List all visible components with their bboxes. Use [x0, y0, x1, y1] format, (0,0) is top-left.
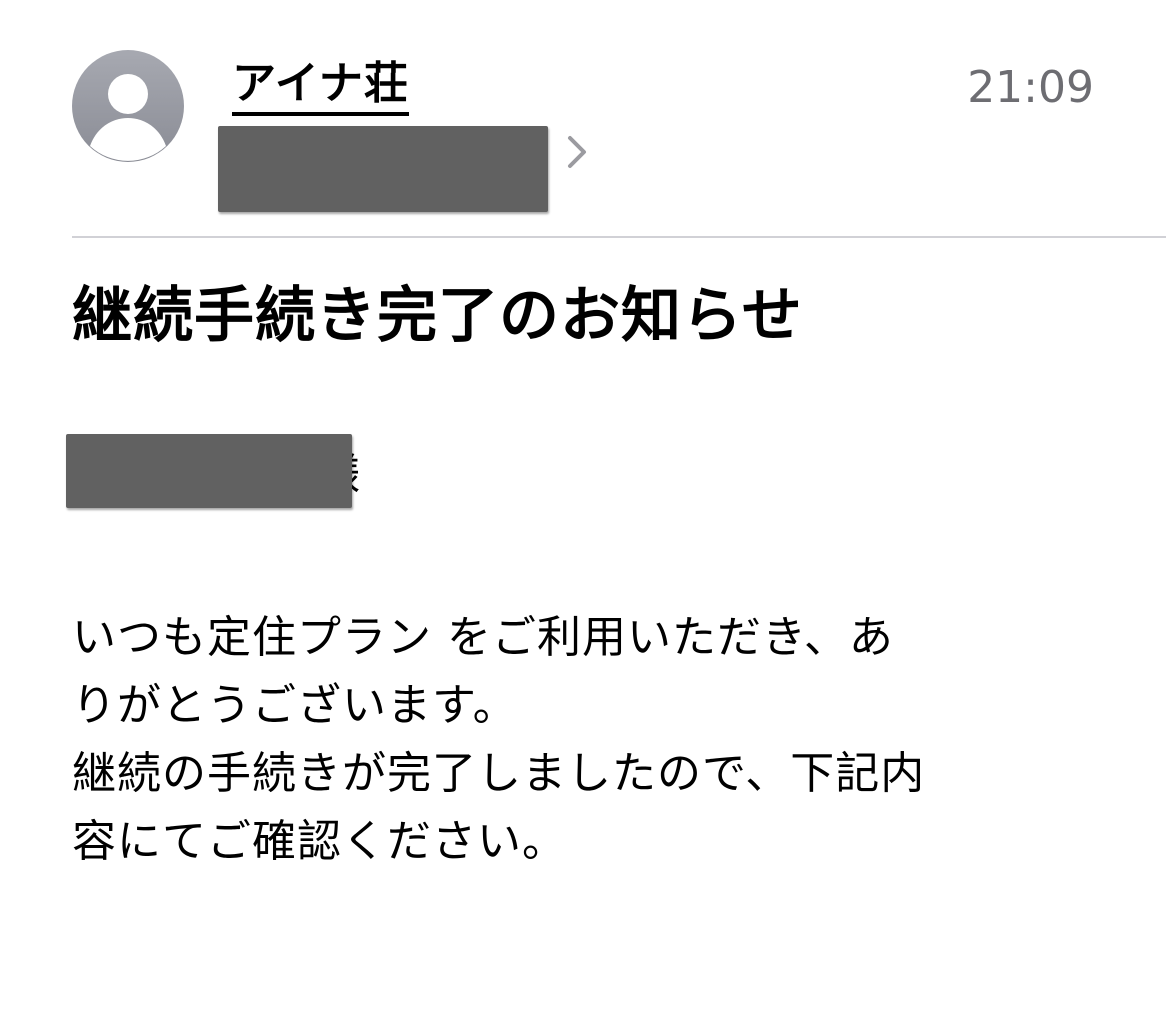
person-avatar-icon[interactable] [72, 50, 184, 162]
body-line: 容にてご確認ください。 [72, 816, 567, 867]
message-time: 21:09 [967, 62, 1094, 113]
email-body: いつも定住プラン をご利用いただき、あ りがとうございます。 継続の手続きが完了… [72, 604, 1102, 876]
recipient-redacted-block[interactable] [218, 126, 548, 212]
salutation: 様 [66, 434, 366, 512]
body-line: いつも定住プラン をご利用いただき、あ [72, 612, 894, 663]
sender-name[interactable]: アイナ荘 [232, 56, 409, 116]
chevron-right-icon[interactable] [562, 132, 592, 172]
body-line: りがとうございます。 [72, 680, 518, 731]
recipient-name-redacted-block [66, 434, 352, 508]
body-line: 継続の手続きが完了しましたので、下記内 [72, 748, 926, 799]
email-subject: 継続手続き完了のお知らせ [72, 281, 803, 351]
header-divider [72, 236, 1166, 238]
